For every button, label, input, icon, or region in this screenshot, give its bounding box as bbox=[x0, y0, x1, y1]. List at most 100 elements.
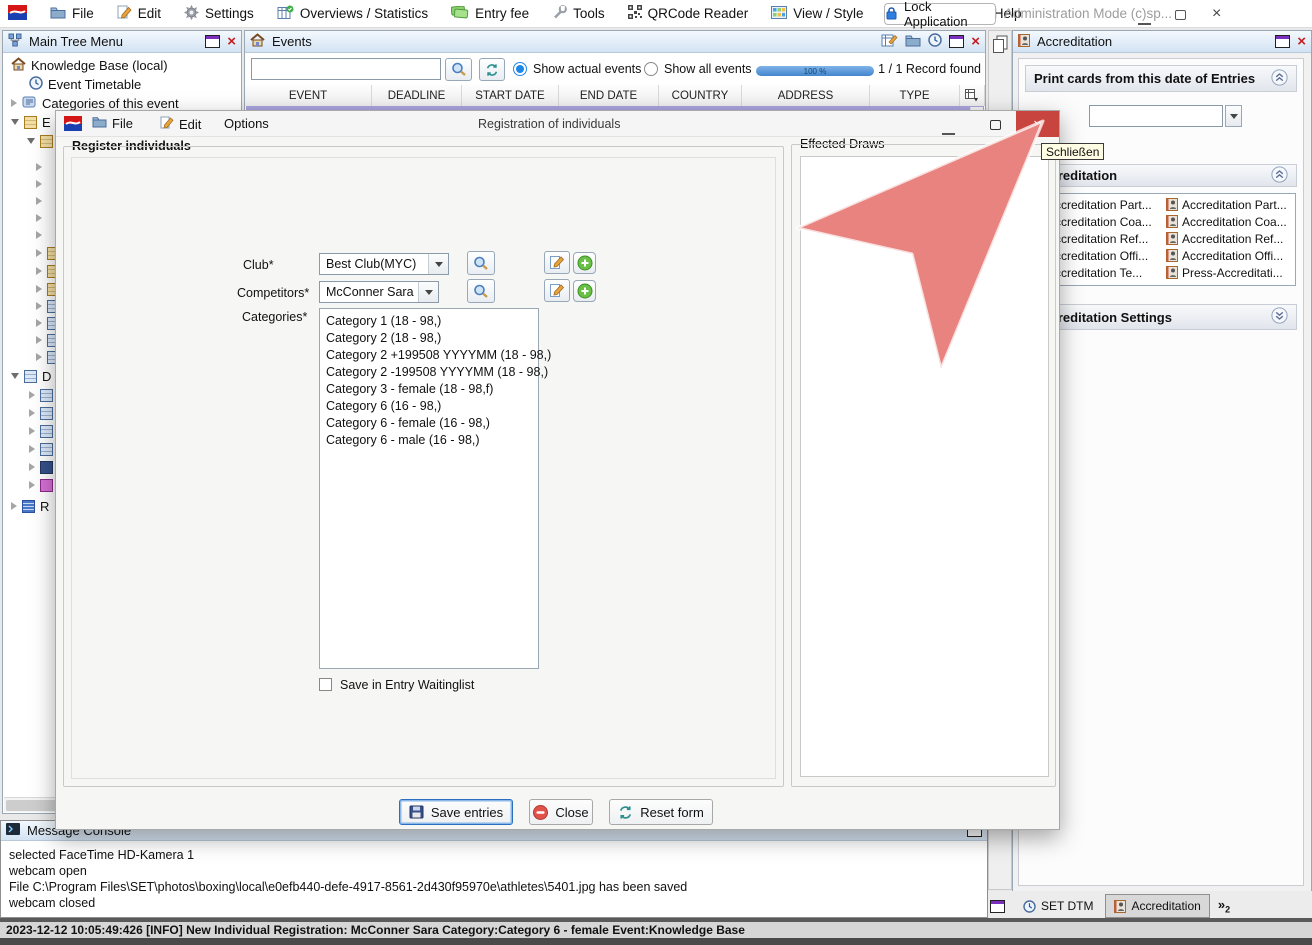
panel-window-icon[interactable] bbox=[990, 900, 1005, 913]
dialog-minimize-button[interactable] bbox=[942, 123, 955, 138]
events-search-input[interactable] bbox=[251, 58, 441, 80]
chevron-right-icon[interactable] bbox=[36, 353, 42, 361]
column-header-address[interactable]: ADDRESS bbox=[742, 85, 870, 106]
window-close-button[interactable]: × bbox=[1212, 6, 1221, 22]
category-option[interactable]: Category 2 -199508 YYYYMM (18 - 98,) bbox=[320, 363, 538, 380]
menu-view-style[interactable]: View / Style bbox=[771, 6, 863, 22]
radio-on-icon[interactable] bbox=[513, 62, 527, 76]
chevron-right-icon[interactable] bbox=[36, 267, 42, 275]
radio-off-icon[interactable] bbox=[644, 62, 658, 76]
accreditation-close-button[interactable]: × bbox=[1297, 34, 1306, 49]
tab-overflow-button[interactable]: »2 bbox=[1218, 897, 1230, 915]
tree-item[interactable] bbox=[36, 193, 42, 209]
tree-item-events-node[interactable]: E bbox=[11, 114, 51, 130]
menu-overviews[interactable]: Overviews / Statistics bbox=[277, 5, 428, 22]
chevron-right-icon[interactable] bbox=[36, 336, 42, 344]
chevron-right-icon[interactable] bbox=[29, 409, 35, 417]
close-button[interactable]: Close bbox=[529, 799, 593, 825]
collapse-up-icon[interactable] bbox=[1271, 166, 1288, 186]
print-date-input[interactable] bbox=[1089, 105, 1223, 127]
pages-icon[interactable] bbox=[992, 35, 1009, 56]
radio-show-actual-events[interactable]: Show actual events bbox=[513, 62, 641, 76]
category-option[interactable]: Category 1 (18 - 98,) bbox=[320, 312, 538, 329]
chevron-right-icon[interactable] bbox=[11, 502, 17, 510]
category-option[interactable]: Category 6 (16 - 98,) bbox=[320, 397, 538, 414]
chevron-right-icon[interactable] bbox=[36, 163, 42, 171]
club-edit-button[interactable] bbox=[544, 251, 570, 274]
competitors-add-button[interactable] bbox=[573, 280, 596, 302]
menu-settings[interactable]: Settings bbox=[184, 5, 254, 23]
table-edit-icon[interactable] bbox=[881, 33, 898, 51]
chevron-right-icon[interactable] bbox=[36, 197, 42, 205]
chevron-right-icon[interactable] bbox=[11, 99, 17, 107]
section-print-cards[interactable]: Print cards from this date of Entries bbox=[1025, 65, 1297, 92]
window-minimize-button[interactable] bbox=[1138, 13, 1151, 28]
tab-set-dtm[interactable]: SET DTM bbox=[1015, 894, 1101, 918]
tree-item-knowledge-base[interactable]: Knowledge Base (local) bbox=[11, 57, 168, 73]
column-header-deadline[interactable]: DEADLINE bbox=[372, 85, 462, 106]
club-add-button[interactable] bbox=[573, 252, 596, 274]
section-accreditation-settings[interactable]: Accreditation Settings bbox=[1025, 304, 1297, 330]
chevron-right-icon[interactable] bbox=[36, 285, 42, 293]
tree-panel-maximize-button[interactable] bbox=[205, 35, 220, 48]
events-close-button[interactable]: × bbox=[971, 34, 980, 49]
tab-accreditation[interactable]: Accreditation bbox=[1105, 894, 1209, 918]
category-option[interactable]: Category 6 - female (16 - 98,) bbox=[320, 414, 538, 431]
events-refresh-button[interactable] bbox=[479, 58, 505, 81]
waitinglist-checkbox[interactable] bbox=[319, 678, 332, 691]
tree-item[interactable] bbox=[36, 227, 42, 243]
tree-item[interactable] bbox=[29, 405, 53, 421]
chevron-down-icon[interactable] bbox=[11, 119, 19, 125]
tree-item[interactable] bbox=[29, 459, 53, 475]
save-entries-button[interactable]: Save entries bbox=[399, 799, 513, 825]
print-date-dropdown-button[interactable] bbox=[1225, 105, 1242, 127]
events-search-button[interactable] bbox=[445, 58, 472, 81]
column-filter-button[interactable] bbox=[960, 85, 985, 106]
category-option[interactable]: Category 3 - female (18 - 98,f) bbox=[320, 380, 538, 397]
column-header-type[interactable]: TYPE bbox=[870, 85, 960, 106]
reset-form-button[interactable]: Reset form bbox=[609, 799, 713, 825]
accreditation-template[interactable]: Accreditation Offi... bbox=[1166, 249, 1283, 263]
tree-item[interactable] bbox=[29, 441, 53, 457]
lock-application-button[interactable]: Lock Application bbox=[884, 3, 996, 25]
tree-item[interactable] bbox=[36, 159, 42, 175]
accreditation-template[interactable]: Accreditation Coa... bbox=[1166, 215, 1287, 229]
tree-item[interactable] bbox=[29, 477, 53, 493]
chevron-right-icon[interactable] bbox=[29, 445, 35, 453]
chevron-right-icon[interactable] bbox=[36, 231, 42, 239]
club-search-button[interactable] bbox=[467, 251, 495, 275]
tree-item[interactable] bbox=[36, 210, 42, 226]
competitors-combobox[interactable]: McConner Sara bbox=[319, 281, 439, 303]
collapse-up-icon[interactable] bbox=[1271, 69, 1288, 89]
chevron-down-icon[interactable] bbox=[27, 138, 35, 144]
column-header-country[interactable]: COUNTRY bbox=[659, 85, 742, 106]
competitors-dropdown-button[interactable] bbox=[418, 282, 438, 302]
chevron-right-icon[interactable] bbox=[36, 302, 42, 310]
column-header-end-date[interactable]: END DATE bbox=[559, 85, 659, 106]
tree-panel-close-button[interactable]: × bbox=[227, 34, 236, 49]
competitors-search-button[interactable] bbox=[467, 279, 495, 303]
categories-listbox[interactable]: Category 1 (18 - 98,) Category 2 (18 - 9… bbox=[319, 308, 539, 669]
category-option[interactable]: Category 6 - male (16 - 98,) bbox=[320, 431, 538, 448]
menu-qrcode[interactable]: QRCode Reader bbox=[628, 5, 749, 22]
menu-edit[interactable]: Edit bbox=[117, 5, 161, 22]
tree-item[interactable] bbox=[29, 423, 53, 439]
column-header-start-date[interactable]: START DATE bbox=[462, 85, 559, 106]
window-maximize-button[interactable] bbox=[1175, 8, 1186, 23]
chevron-right-icon[interactable] bbox=[29, 463, 35, 471]
clock-icon[interactable] bbox=[928, 33, 942, 50]
competitors-edit-button[interactable] bbox=[544, 279, 570, 302]
accreditation-template[interactable]: Press-Accreditati... bbox=[1166, 266, 1283, 280]
tree-item-categories[interactable]: Categories of this event bbox=[11, 95, 179, 111]
category-option[interactable]: Category 2 (18 - 98,) bbox=[320, 329, 538, 346]
accreditation-maximize-button[interactable] bbox=[1275, 35, 1290, 48]
folder-icon[interactable] bbox=[905, 34, 921, 50]
events-maximize-button[interactable] bbox=[949, 35, 964, 48]
tree-item[interactable] bbox=[36, 176, 42, 192]
tree-item[interactable] bbox=[29, 387, 53, 403]
dialog-menu-options[interactable]: Options bbox=[224, 116, 269, 131]
tree-item-d-node[interactable]: D bbox=[11, 368, 51, 384]
tree-item-event-timetable[interactable]: Event Timetable bbox=[29, 76, 141, 92]
chevron-right-icon[interactable] bbox=[36, 180, 42, 188]
chevron-down-icon[interactable] bbox=[11, 373, 19, 379]
